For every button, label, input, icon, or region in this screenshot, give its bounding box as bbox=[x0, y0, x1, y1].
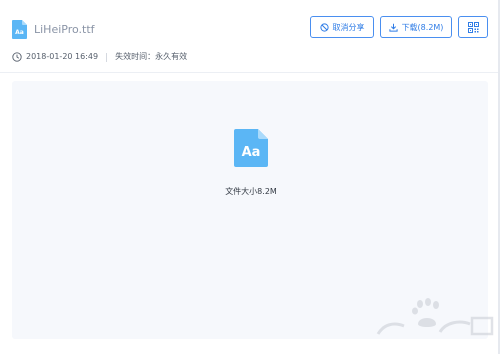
qr-code-button[interactable] bbox=[458, 16, 488, 38]
share-date: 2018-01-20 16:49 bbox=[26, 52, 99, 61]
baidu-jingyan-watermark bbox=[376, 298, 494, 336]
download-label: 下载(8.2M) bbox=[401, 22, 444, 32]
expiry-text: 失效时间：永久有效 bbox=[115, 52, 188, 61]
cancel-share-label: 取消分享 bbox=[332, 22, 365, 32]
file-size-text: 文件大小8.2M bbox=[225, 187, 277, 196]
font-file-icon: Aa bbox=[12, 20, 27, 39]
file-name: LiHeiPro.ttf bbox=[34, 23, 95, 36]
cancel-share-button[interactable]: 取消分享 bbox=[310, 16, 374, 38]
file-icon-glyph: Aa bbox=[15, 29, 24, 36]
file-header: Aa LiHeiPro.ttf 2018-01-20 16:49 失效时间：永久… bbox=[0, 0, 498, 73]
font-file-large-icon: Aa bbox=[234, 129, 268, 167]
download-icon bbox=[388, 23, 398, 32]
share-card: Aa LiHeiPro.ttf 2018-01-20 16:49 失效时间：永久… bbox=[0, 0, 500, 354]
qr-code-icon bbox=[467, 21, 479, 33]
meta-divider bbox=[106, 52, 108, 62]
ban-icon bbox=[319, 22, 329, 32]
download-button[interactable]: 下载(8.2M) bbox=[380, 16, 452, 38]
file-meta: 2018-01-20 16:49 失效时间：永久有效 bbox=[12, 50, 187, 64]
clock-icon bbox=[12, 52, 22, 62]
large-icon-glyph: Aa bbox=[242, 145, 261, 160]
